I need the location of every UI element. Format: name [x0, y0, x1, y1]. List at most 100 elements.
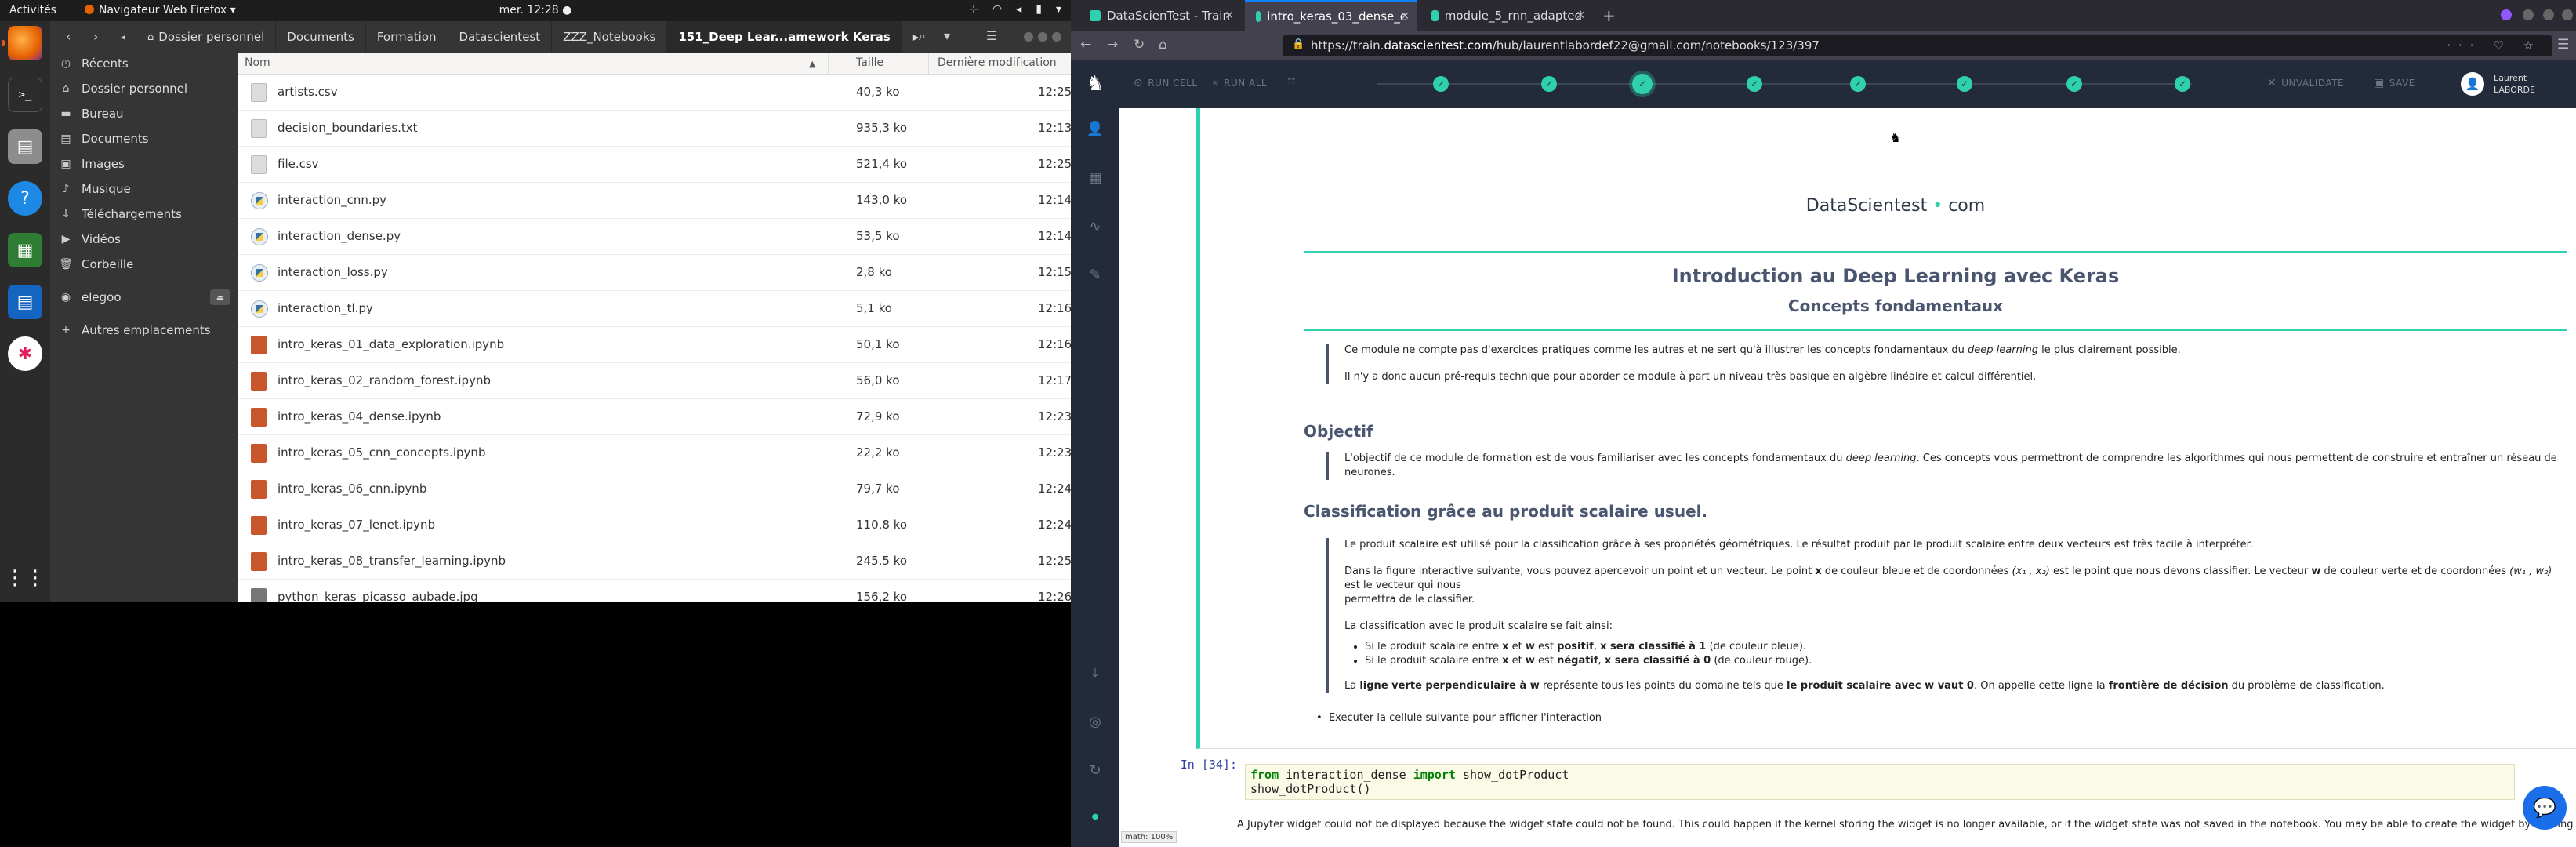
file-row[interactable]: interaction_cnn.py 143,0 ko 12:14: [238, 183, 1071, 219]
breadcrumb-notebooks[interactable]: ZZZ_Notebooks: [552, 21, 668, 53]
tab-module-5-rnn[interactable]: module_5_rnn_adapted ✕: [1420, 0, 1593, 31]
cell-menu-icon[interactable]: ☷: [1287, 77, 1296, 88]
close-tab-icon[interactable]: ✕: [1576, 9, 1585, 22]
menu-icon[interactable]: ☰: [2557, 37, 2569, 53]
breadcrumb-current[interactable]: 151_Deep Lear...amework Keras: [667, 21, 902, 53]
user-icon[interactable]: 👤: [1071, 121, 1119, 137]
unvalidate-button[interactable]: ✕ UNVALIDATE: [2267, 77, 2344, 89]
firefox-account-icon[interactable]: [2501, 9, 2512, 20]
activities-button[interactable]: Activités: [9, 4, 56, 16]
show-apps-icon[interactable]: ⋮⋮: [5, 561, 45, 595]
new-tab-icon[interactable]: +: [1602, 6, 1616, 25]
firefox-launcher-icon[interactable]: [2, 26, 42, 60]
search-icon[interactable]: ⌕: [919, 28, 926, 44]
progress-step-4[interactable]: ✓: [1747, 76, 1762, 92]
run-cell-button[interactable]: ⊙ RUN CELL: [1134, 77, 1197, 89]
file-row[interactable]: intro_keras_06_cnn.ipynb 79,7 ko 12:24: [238, 471, 1071, 507]
wifi-icon[interactable]: ◠: [992, 3, 1002, 16]
place-home[interactable]: ⌂ Dossier personnel: [50, 78, 238, 100]
breadcrumb-documents[interactable]: Documents: [276, 21, 366, 53]
close-button[interactable]: [2562, 9, 2573, 20]
place-recents[interactable]: ◷ Récents: [50, 53, 238, 75]
crumb-left-icon[interactable]: ◂: [121, 31, 125, 42]
book-icon[interactable]: ▦: [1071, 169, 1119, 186]
volume-icon[interactable]: ◂: [1016, 3, 1021, 16]
page-actions[interactable]: ··· ♡ ☆: [2447, 38, 2542, 53]
network-share-icon[interactable]: ⊹: [969, 3, 978, 16]
place-bureau[interactable]: ▬ Bureau: [50, 103, 238, 125]
progress-step-7[interactable]: ✓: [2066, 76, 2082, 92]
pen-icon[interactable]: ✎: [1071, 267, 1119, 283]
back-icon[interactable]: ←: [1080, 37, 1091, 53]
help-icon[interactable]: ◎: [1071, 714, 1119, 730]
place-elegoo[interactable]: ◉ elegoo ⏏: [50, 286, 238, 308]
chat-button[interactable]: 💬: [2523, 786, 2567, 830]
maximize-button[interactable]: [2543, 9, 2554, 20]
tab-datascientest-train[interactable]: DataScienTest - Train ✕: [1079, 0, 1242, 31]
forward-icon[interactable]: →: [1107, 37, 1118, 53]
place-telechargements[interactable]: ↓ Téléchargements: [50, 203, 238, 225]
place-other-locations[interactable]: + Autres emplacements: [50, 319, 238, 341]
close-button[interactable]: [1052, 32, 1061, 42]
breadcrumb-formation[interactable]: Formation: [366, 21, 448, 53]
file-row[interactable]: intro_keras_04_dense.ipynb 72,9 ko 12:23: [238, 399, 1071, 435]
progress-step-2[interactable]: ✓: [1541, 76, 1557, 92]
reload-icon[interactable]: ↻: [1134, 37, 1145, 53]
progress-step-1[interactable]: ✓: [1433, 76, 1449, 92]
markdown-cell[interactable]: ♞ DataScientest • com Introduction au De…: [1196, 108, 2576, 749]
place-videos[interactable]: ▶ Vidéos: [50, 228, 238, 250]
file-row[interactable]: intro_keras_05_cnn_concepts.ipynb 22,2 ko…: [238, 435, 1071, 471]
crumb-right-icon[interactable]: ▸: [902, 21, 931, 53]
battery-icon[interactable]: ▮: [1036, 3, 1042, 16]
run-all-button[interactable]: » RUN ALL: [1212, 77, 1267, 89]
datascientest-logo-icon[interactable]: ♞: [1071, 60, 1119, 108]
files-launcher-icon[interactable]: ▤: [8, 129, 42, 164]
place-musique[interactable]: ♪ Musique: [50, 178, 238, 200]
file-row[interactable]: intro_keras_08_transfer_learning.ipynb 24…: [238, 543, 1071, 580]
file-row[interactable]: interaction_loss.py 2,8 ko 12:15: [238, 255, 1071, 291]
file-row[interactable]: decision_boundaries.txt 935,3 ko 12:13: [238, 111, 1071, 147]
maximize-button[interactable]: [1038, 32, 1047, 42]
file-row[interactable]: file.csv 521,4 ko 12:25: [238, 147, 1071, 183]
chevron-down-icon[interactable]: ▾: [1056, 3, 1061, 16]
progress-step-8[interactable]: ✓: [2175, 76, 2190, 92]
place-corbeille[interactable]: 🗑 Corbeille: [50, 253, 238, 275]
progress-step-5[interactable]: ✓: [1850, 76, 1866, 92]
refresh-icon[interactable]: ↻: [1071, 762, 1119, 779]
close-tab-icon[interactable]: ✕: [1225, 9, 1234, 22]
menu-icon[interactable]: ☰: [986, 28, 997, 43]
terminal-launcher-icon[interactable]: >_: [8, 78, 42, 112]
progress-step-6[interactable]: ✓: [1957, 76, 1972, 92]
tab-intro-keras[interactable]: intro_keras_03_dense_c ✕: [1245, 0, 1417, 31]
calc-launcher-icon[interactable]: ▦: [8, 233, 42, 267]
url-input[interactable]: 🔒 https://train.datascientest.com/hub/la…: [1283, 35, 2552, 56]
help-launcher-icon[interactable]: ?: [8, 181, 42, 216]
file-row[interactable]: intro_keras_01_data_exploration.ipynb 50,…: [238, 327, 1071, 363]
file-row[interactable]: intro_keras_02_random_forest.ipynb 56,0 k…: [238, 363, 1071, 399]
column-name[interactable]: Nom: [245, 56, 270, 69]
breadcrumb-home[interactable]: ⌂ Dossier personnel: [136, 21, 277, 53]
file-row[interactable]: interaction_tl.py 5,1 ko 12:16: [238, 291, 1071, 327]
minimize-button[interactable]: [1024, 32, 1033, 42]
place-images[interactable]: ▣ Images: [50, 153, 238, 175]
sort-up-icon[interactable]: ▲: [809, 59, 815, 69]
file-row[interactable]: python_keras_picasso_aubade.jpg 156,2 ko 1…: [238, 580, 1071, 602]
file-row[interactable]: interaction_dense.py 53,5 ko 12:14: [238, 219, 1071, 255]
column-size[interactable]: Taille: [856, 56, 883, 69]
chart-icon[interactable]: ∿: [1071, 218, 1119, 234]
file-row[interactable]: artists.csv 40,3 ko 12:25: [238, 75, 1071, 111]
eject-icon[interactable]: ⏏: [210, 289, 230, 305]
writer-launcher-icon[interactable]: ▤: [8, 285, 42, 319]
home-icon[interactable]: ⌂: [1159, 37, 1167, 53]
view-options-icon[interactable]: ▾: [944, 28, 950, 43]
lock-icon[interactable]: 🔒: [1292, 38, 1304, 50]
file-row[interactable]: intro_keras_07_lenet.ipynb 110,8 ko 12:24: [238, 507, 1071, 543]
system-tray[interactable]: ⊹ ◠ ◂ ▮ ▾: [969, 3, 1061, 16]
close-tab-icon[interactable]: ✕: [1400, 10, 1410, 23]
user-menu[interactable]: 👤 Laurent LABORDE: [2451, 64, 2576, 104]
place-documents[interactable]: ▤ Documents: [50, 128, 238, 150]
minimize-button[interactable]: [2523, 9, 2534, 20]
forward-icon[interactable]: ›: [93, 29, 98, 44]
download-icon[interactable]: ⤓: [1071, 665, 1119, 682]
app-menu[interactable]: Navigateur Web Firefox ▾: [85, 4, 236, 16]
